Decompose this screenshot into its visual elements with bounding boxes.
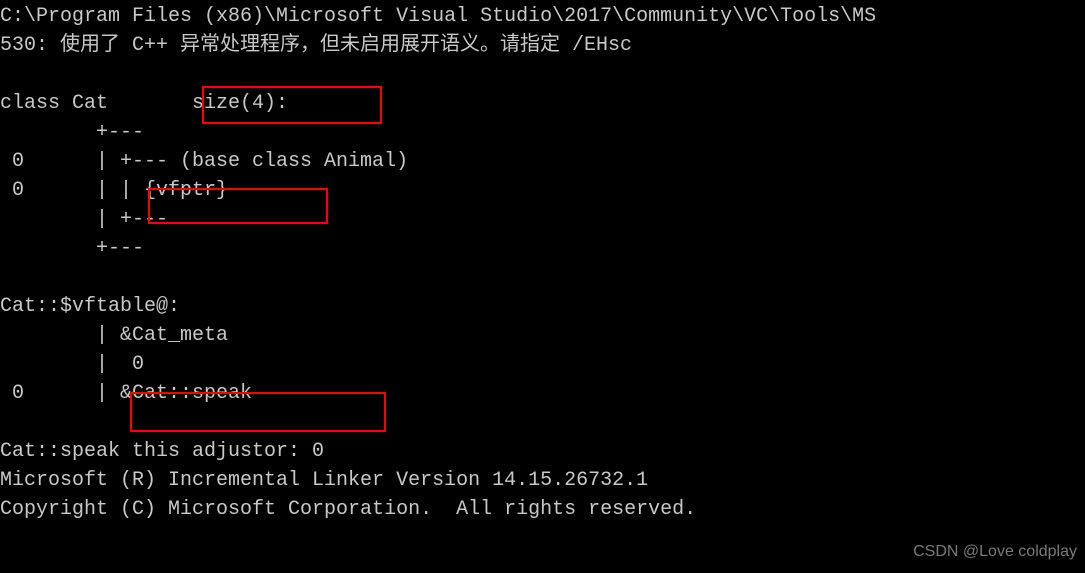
class-header-line: class Cat size(4): <box>0 89 1085 118</box>
terminal-warning-line: 530: 使用了 C++ 异常处理程序，但未启用展开语义。请指定 /EHsc <box>0 31 1085 60</box>
terminal-blank <box>0 408 1085 437</box>
struct-line: | +--- <box>0 205 1085 234</box>
vftable-zero-line: | 0 <box>0 350 1085 379</box>
vftable-header-line: Cat::$vftable@: <box>0 292 1085 321</box>
vftable-meta-line: | &Cat_meta <box>0 321 1085 350</box>
copyright-line: Copyright (C) Microsoft Corporation. All… <box>0 495 1085 524</box>
struct-vfptr-line: 0 | | {vfptr} <box>0 176 1085 205</box>
csdn-watermark: CSDN @Love coldplay <box>913 540 1077 563</box>
struct-base-class-line: 0 | +--- (base class Animal) <box>0 147 1085 176</box>
vftable-entry-line: 0 | &Cat::speak <box>0 379 1085 408</box>
terminal-blank <box>0 60 1085 89</box>
struct-vfptr-pre: 0 | | <box>0 179 144 202</box>
struct-line: +--- <box>0 234 1085 263</box>
class-header-pre: class Cat <box>0 92 192 115</box>
vfptr-text: {vfptr} <box>144 179 228 202</box>
class-size-text: size(4): <box>192 92 288 115</box>
vftable-entry-pre: 0 | <box>0 382 120 405</box>
cat-speak-text: &Cat::speak <box>120 382 252 405</box>
terminal-path-line: C:\Program Files (x86)\Microsoft Visual … <box>0 2 1085 31</box>
struct-line: +--- <box>0 118 1085 147</box>
linker-version-line: Microsoft (R) Incremental Linker Version… <box>0 466 1085 495</box>
terminal-blank <box>0 263 1085 292</box>
adjustor-line: Cat::speak this adjustor: 0 <box>0 437 1085 466</box>
